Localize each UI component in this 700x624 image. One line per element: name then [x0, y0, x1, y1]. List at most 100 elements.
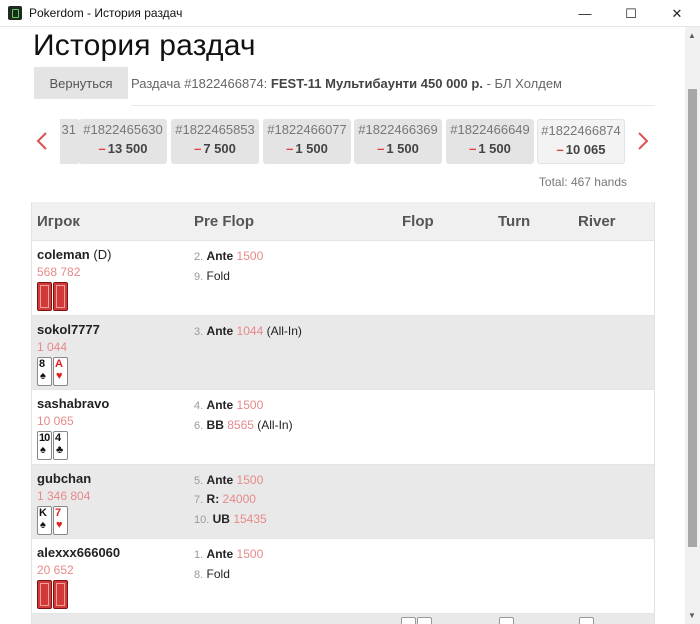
main-content: История раздач Вернуться Раздача #182246… — [0, 27, 685, 624]
window-controls: — ☐ ✕ — [562, 0, 700, 27]
preflop-actions: 3. Ante 1044 (All-In) — [194, 322, 302, 342]
action-item: 1. Ante 1500 — [194, 547, 264, 561]
hand-card-id: #1822465630 — [83, 122, 163, 137]
hole-cards: K ♠ 7 ♥ — [37, 505, 68, 535]
vertical-scrollbar[interactable]: ▲ ▼ — [685, 27, 700, 624]
window-title: Pokerdom - История раздач — [29, 6, 183, 20]
player-stack: 1 044 — [37, 339, 68, 354]
player-name: sokol7777 — [37, 321, 100, 337]
card-8-spades: 8 ♠ — [37, 356, 52, 386]
header-flop: Flop — [402, 213, 434, 230]
hand-card-id: #1822466649 — [450, 122, 530, 137]
hand-card-amount: –1 500 — [377, 141, 419, 156]
table-header: Игрок Pre Flop Flop Turn River — [32, 202, 654, 240]
hand-info: Раздача #1822466874: FEST-11 Мультибаунт… — [131, 76, 562, 91]
hand-id: Раздача #1822466874: — [131, 76, 268, 91]
dealer-badge: (D) — [93, 247, 112, 262]
player-name: sashabravo — [37, 396, 110, 411]
preflop-actions: 2. Ante 1500 9. Fold — [194, 247, 263, 286]
prev-hands-arrow-icon[interactable] — [35, 130, 49, 152]
header-player: Игрок — [37, 213, 80, 230]
next-hands-arrow-icon[interactable] — [636, 130, 650, 152]
hand-card-id: #1822466369 — [358, 122, 438, 137]
hole-cards — [37, 580, 68, 609]
header-turn: Turn — [498, 213, 531, 230]
hand-card[interactable]: #1822466077 –1 500 — [263, 119, 351, 164]
scroll-up-icon[interactable]: ▲ — [688, 31, 696, 40]
table-row: sokol7777 1 044 8 ♠ A ♥ 3. Ante 1044 (All-… — [32, 314, 654, 389]
card-king-spades: K ♠ — [37, 505, 52, 535]
scroll-thumb[interactable] — [688, 89, 697, 547]
hand-card-amount: –10 065 — [556, 142, 606, 157]
hand-card[interactable]: #1822466649 –1 500 — [446, 119, 534, 164]
hole-cards: 8 ♠ A ♥ — [37, 356, 68, 386]
back-button[interactable]: Вернуться — [34, 67, 128, 99]
preflop-actions: 1. Ante 1500 8. Fold — [194, 545, 263, 584]
window-titlebar: Pokerdom - История раздач — ☐ ✕ — [0, 0, 700, 27]
hand-card-active[interactable]: #1822466874 –10 065 — [537, 119, 625, 164]
scroll-down-icon[interactable]: ▼ — [688, 611, 696, 620]
close-button[interactable]: ✕ — [654, 0, 700, 27]
hand-card[interactable]: #1822466369 –1 500 — [354, 119, 442, 164]
header-river: River — [578, 213, 616, 230]
preflop-actions: 5. Ante 1500 7. R: 24000 10. UB 15435 — [194, 471, 267, 530]
action-item: 10. UB 15435 — [194, 511, 267, 526]
table-row: coleman (D) 568 782 2. Ante 1500 9. Fold — [32, 240, 654, 315]
player-stack: 20 652 — [37, 563, 74, 577]
header-preflop: Pre Flop — [194, 213, 255, 230]
minimize-button[interactable]: — — [562, 0, 608, 27]
hand-card-id: #1822466874 — [541, 123, 621, 138]
player-name: gubchan — [37, 470, 92, 486]
card-7-hearts: 7 ♥ — [53, 505, 68, 535]
board-card-icon — [401, 617, 416, 624]
hand-card-amount: –7 500 — [194, 141, 236, 156]
hand-card[interactable]: #1822465630 –13 500 — [79, 119, 167, 164]
divider — [131, 105, 655, 106]
board-card-icon — [417, 617, 432, 624]
hand-card-amount: –1 500 — [286, 141, 328, 156]
hands-strip: 31 #1822465630 –13 500 #1822465853 –7 50… — [60, 119, 630, 165]
action-item: 8. Fold — [194, 566, 230, 581]
table-row: sashabravo 10 065 10 ♠ 4 ♣ 4. Ante 1500 6.… — [32, 389, 654, 464]
player-name: coleman (D) — [37, 247, 112, 262]
hand-card-partial[interactable]: 31 — [60, 119, 80, 164]
preflop-actions: 4. Ante 1500 6. BB 8565 (All-In) — [194, 396, 293, 435]
action-item: 5. Ante 1500 — [194, 472, 264, 487]
action-item: 6. BB 8565 (All-In) — [194, 417, 293, 432]
game-type: - БЛ Холдем — [486, 76, 562, 91]
table-row: alexxx666060 20 652 1. Ante 1500 8. Fold — [32, 538, 654, 613]
action-item: 7. R: 24000 — [194, 492, 256, 506]
hand-card-amount: –1 500 — [469, 141, 511, 156]
tournament-name: FEST-11 Мультибаунти 450 000 р. — [270, 76, 483, 91]
pokerdom-app-icon — [8, 6, 22, 20]
page-title: История раздач — [33, 29, 256, 62]
hole-cards: 10 ♠ 4 ♣ — [37, 431, 68, 460]
board-card-icon — [579, 617, 594, 624]
board-card-icon — [499, 617, 514, 624]
board-row — [32, 612, 654, 624]
action-item: 4. Ante 1500 — [194, 398, 264, 412]
card-10-spades: 10 ♠ — [37, 431, 52, 460]
total-hands: Total: 467 hands — [538, 175, 627, 189]
action-item: 3. Ante 1044 (All-In) — [194, 323, 302, 338]
card-4-clubs: 4 ♣ — [53, 431, 68, 460]
hole-cards — [37, 282, 68, 311]
hand-history-table: Игрок Pre Flop Flop Turn River coleman (… — [31, 202, 655, 624]
card-back-icon — [37, 580, 52, 609]
action-item: 9. Fold — [194, 268, 230, 283]
card-back-icon — [53, 580, 68, 609]
hand-card-amount: –13 500 — [98, 141, 148, 156]
card-ace-hearts: A ♥ — [53, 356, 68, 386]
hand-card-id: #1822465853 — [175, 122, 255, 137]
player-stack: 10 065 — [37, 414, 74, 428]
maximize-button[interactable]: ☐ — [608, 0, 654, 27]
card-back-icon — [37, 282, 52, 311]
hand-card[interactable]: #1822465853 –7 500 — [171, 119, 259, 164]
hand-card-id: #1822466077 — [267, 122, 347, 137]
hand-card-id: 31 — [61, 122, 76, 137]
player-stack: 1 346 804 — [37, 488, 91, 503]
action-item: 2. Ante 1500 — [194, 249, 264, 263]
player-name: alexxx666060 — [37, 545, 121, 560]
table-row: gubchan 1 346 804 K ♠ 7 ♥ 5. Ante 1500 7. … — [32, 463, 654, 538]
player-stack: 568 782 — [37, 265, 81, 279]
